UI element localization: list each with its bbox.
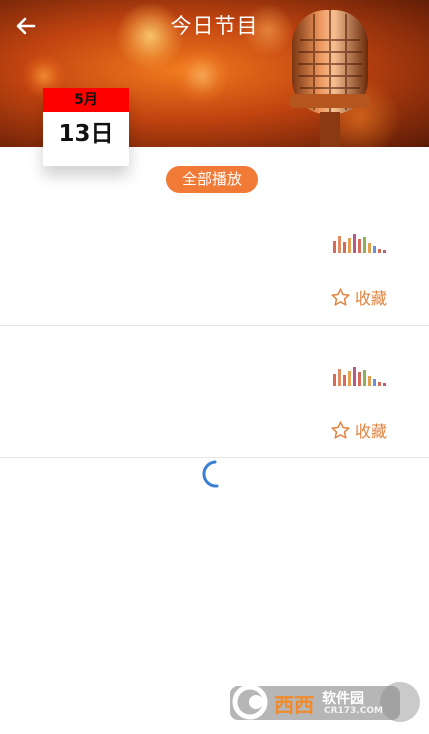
calendar-day: 13日 (58, 121, 114, 147)
calendar-month: 5月 (43, 88, 129, 112)
favorite-label: 收藏 (354, 422, 387, 441)
star-outline-icon (331, 287, 350, 306)
watermark-domain: CR173.COM (324, 706, 383, 716)
favorite-button[interactable]: 收藏 (330, 286, 387, 308)
watermark-logo: 西西 软件园 CR173.COM (228, 680, 420, 724)
program-item[interactable]: 收藏 (0, 193, 429, 326)
star-outline-icon (331, 420, 350, 439)
play-all-button[interactable]: 全部播放 (166, 166, 258, 193)
watermark-brand: 西西 (274, 693, 314, 717)
loading-spinner-icon (202, 460, 219, 488)
page-title: 今日节目 (170, 14, 259, 38)
audio-bars-icon (333, 367, 386, 386)
watermark-product: 软件园 (322, 691, 364, 707)
program-item[interactable]: 收藏 (0, 326, 429, 458)
favorite-button[interactable]: 收藏 (330, 419, 387, 441)
favorite-label: 收藏 (354, 289, 387, 308)
date-calendar: 5月 13日 (43, 88, 129, 166)
audio-bars-icon (333, 234, 386, 253)
